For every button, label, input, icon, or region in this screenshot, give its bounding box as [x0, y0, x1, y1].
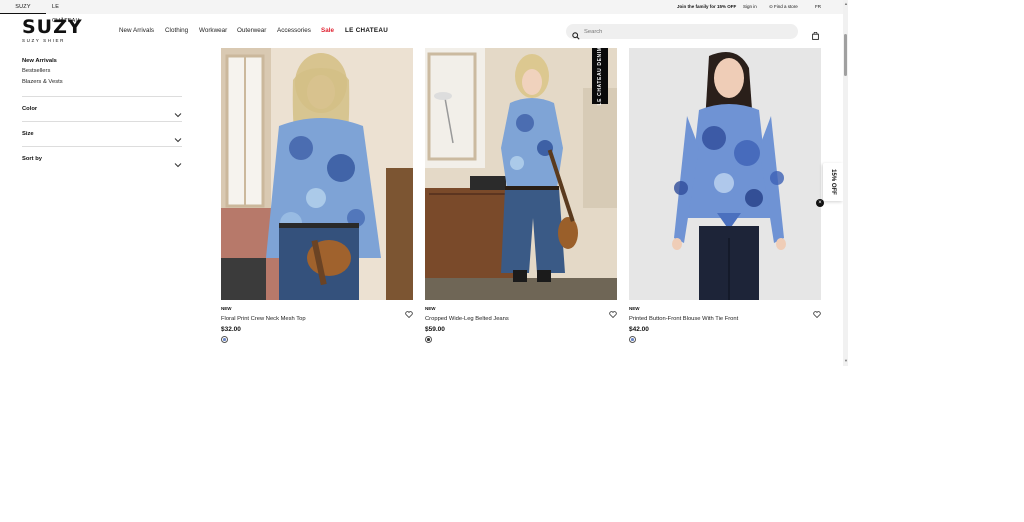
category-bestsellers[interactable]: Bestsellers: [22, 68, 50, 74]
join-family-link[interactable]: Join the family for 15% OFF: [677, 0, 736, 14]
nav-le-chateau[interactable]: LE CHATEAU: [345, 27, 388, 34]
product-price: $42.00: [629, 326, 649, 333]
nav-sale[interactable]: Sale: [321, 27, 334, 34]
nav-clothing[interactable]: Clothing: [165, 27, 188, 34]
product-card[interactable]: NEW Floral Print Crew Neck Mesh Top $32.…: [221, 48, 413, 343]
nav-workwear[interactable]: Workwear: [199, 27, 227, 34]
scrollbar[interactable]: ▲ ▼: [843, 0, 848, 366]
language-toggle[interactable]: FR: [815, 0, 821, 14]
category-blazers-vests[interactable]: Blazers & Vests: [22, 79, 63, 85]
filter-sort-label: Sort by: [22, 156, 42, 162]
category-new-arrivals[interactable]: New Arrivals: [22, 58, 57, 64]
sign-in-link[interactable]: Sign in: [743, 0, 757, 14]
location-pin-icon: ⊙: [769, 4, 773, 9]
product-badge: NEW: [221, 306, 232, 311]
heart-icon[interactable]: [609, 305, 617, 323]
filter-sort-by[interactable]: Sort by: [22, 146, 182, 171]
close-icon[interactable]: ×: [816, 199, 824, 207]
brand-tab-le-chateau[interactable]: LE CHÂTEAU: [52, 0, 88, 24]
logo-main-text: SUZY: [22, 16, 83, 38]
find-store-link[interactable]: ⊙ Find a store: [769, 0, 798, 14]
scrollbar-thumb[interactable]: [844, 34, 847, 76]
filter-color-label: Color: [22, 106, 38, 112]
chevron-down-icon: [174, 155, 182, 173]
nav-outerwear[interactable]: Outerwear: [237, 27, 266, 34]
nav-accessories[interactable]: Accessories: [277, 27, 311, 34]
product-badge: NEW: [629, 306, 640, 311]
promo-tab[interactable]: 15% OFF: [823, 163, 843, 201]
product-card[interactable]: NEW Printed Button-Front Blouse With Tie…: [629, 48, 821, 343]
product-name[interactable]: Printed Button-Front Blouse With Tie Fro…: [629, 316, 738, 322]
product-image[interactable]: [629, 48, 821, 300]
scroll-up-icon[interactable]: ▲: [844, 1, 848, 6]
logo-sub-text: SUZY SHIER: [22, 38, 65, 43]
heart-icon[interactable]: [405, 305, 413, 323]
product-image[interactable]: [221, 48, 413, 300]
brand-tab-suzy[interactable]: SUZY: [0, 0, 46, 14]
search-input[interactable]: [584, 26, 784, 37]
product-name[interactable]: Floral Print Crew Neck Mesh Top: [221, 316, 306, 322]
color-swatch[interactable]: [221, 336, 228, 343]
le-chateau-denim-tag: LE CHATEAU DENIM: [592, 46, 608, 106]
page: SUZY LE CHÂTEAU Join the family for 15% …: [0, 0, 843, 522]
filter-size[interactable]: Size: [22, 121, 182, 146]
color-swatch[interactable]: [629, 336, 636, 343]
search-bar: [566, 24, 798, 40]
search-icon: [572, 27, 580, 45]
filter-color[interactable]: Color: [22, 96, 182, 121]
nav-new-arrivals[interactable]: New Arrivals: [119, 27, 154, 34]
top-bar: SUZY LE CHÂTEAU Join the family for 15% …: [0, 0, 843, 24]
filter-size-label: Size: [22, 131, 34, 137]
color-swatch[interactable]: [425, 336, 432, 343]
brand-tag-text: LE CHATEAU DENIM: [597, 46, 603, 106]
find-store-label: Find a store: [774, 4, 798, 9]
product-badge: NEW: [425, 306, 436, 311]
product-card[interactable]: NEW Cropped Wide-Leg Belted Jeans $59.00: [425, 48, 617, 343]
product-name[interactable]: Cropped Wide-Leg Belted Jeans: [425, 316, 509, 322]
scroll-down-icon[interactable]: ▼: [844, 358, 848, 363]
product-price: $32.00: [221, 326, 241, 333]
shopping-bag-icon[interactable]: [812, 27, 819, 45]
logo[interactable]: SUZY SUZY SHIER: [22, 16, 83, 44]
promo-label: 15% OFF: [830, 169, 836, 195]
product-image[interactable]: [425, 48, 617, 300]
heart-icon[interactable]: [813, 305, 821, 323]
product-price: $59.00: [425, 326, 445, 333]
